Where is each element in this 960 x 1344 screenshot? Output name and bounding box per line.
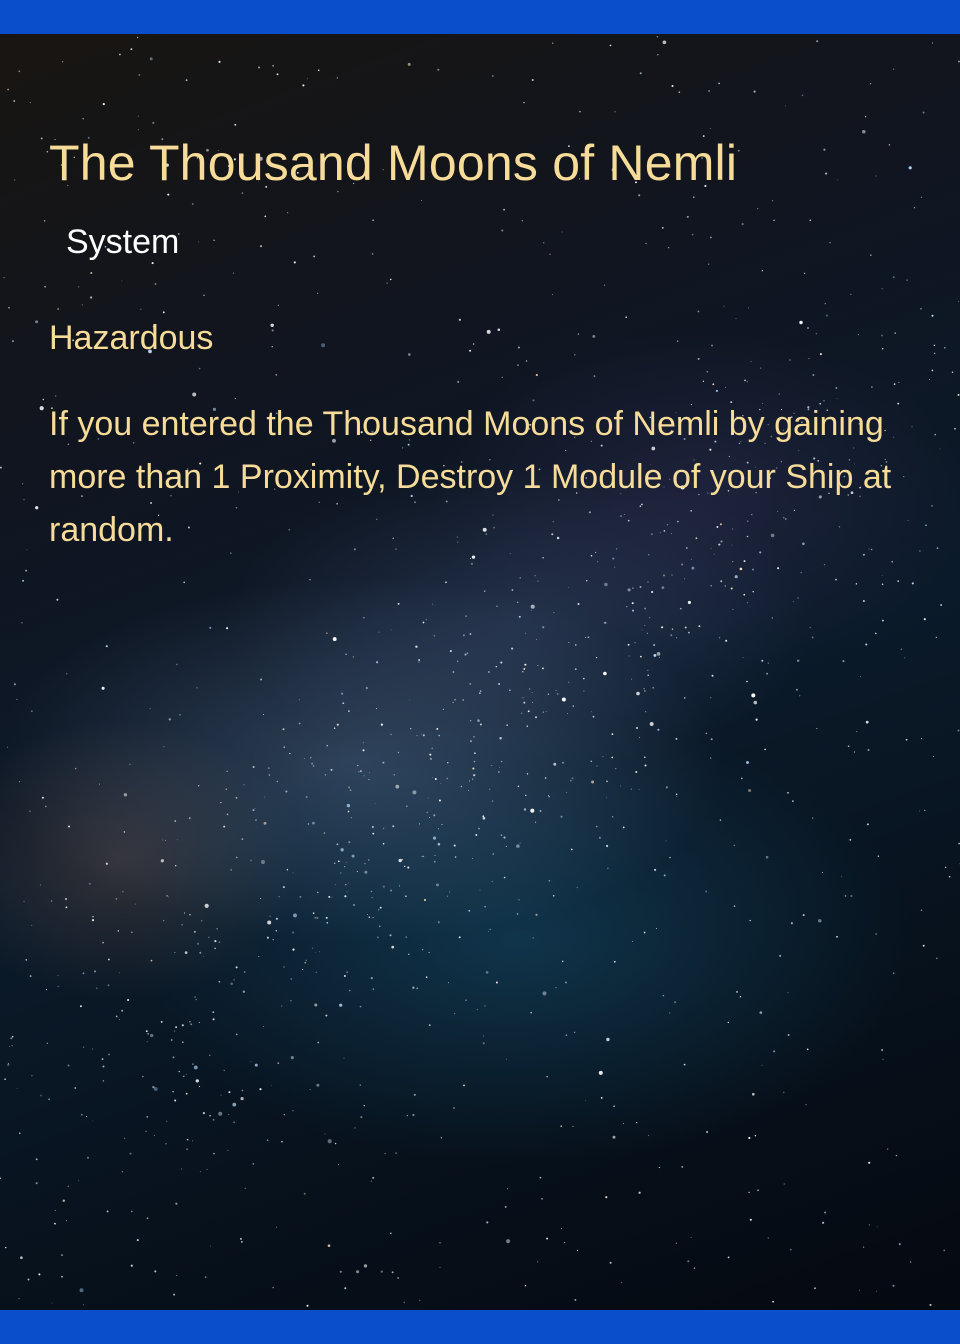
starfield-background: [0, 4, 960, 1344]
card-type: System: [66, 223, 180, 261]
top-band: [0, 0, 960, 34]
card-rules-text: If you entered the Thousand Moons of Nem…: [49, 405, 892, 549]
system-card: The Thousand Moons of Nemli System Hazar…: [0, 0, 960, 1344]
card-title: The Thousand Moons of Nemli: [49, 135, 738, 191]
card-keyword: Hazardous: [49, 319, 214, 357]
bottom-band: [0, 1310, 960, 1344]
